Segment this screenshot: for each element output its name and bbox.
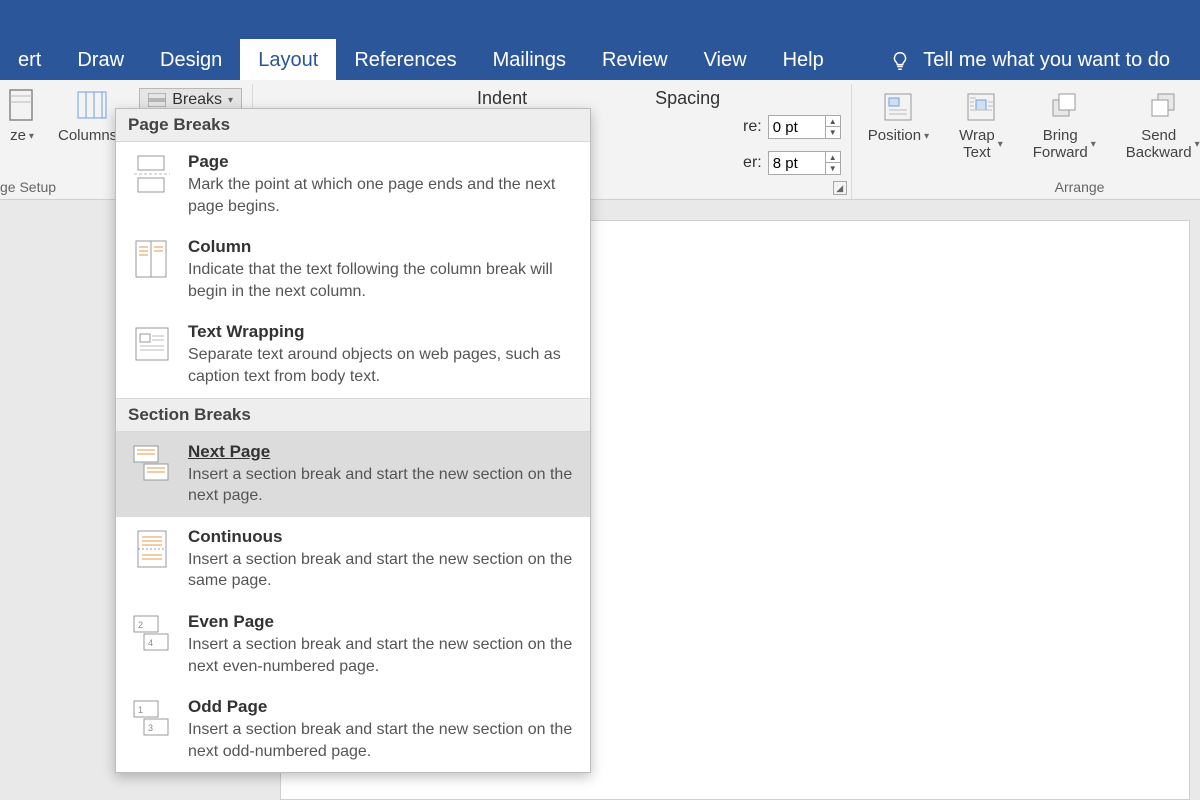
- spacing-after-input[interactable]: [769, 152, 825, 174]
- tab-view[interactable]: View: [686, 39, 765, 80]
- odd-page-section-icon: 13: [130, 697, 174, 741]
- group-label-page-setup: ge Setup: [0, 179, 56, 197]
- tab-layout[interactable]: Layout: [240, 39, 336, 80]
- chevron-down-icon: ▾: [924, 131, 929, 142]
- tab-design[interactable]: Design: [142, 39, 240, 80]
- break-option-title: Next Page: [188, 442, 574, 462]
- break-option-desc: Insert a section break and start the new…: [188, 464, 574, 507]
- tab-bar: ert Draw Design Layout References Mailin…: [0, 0, 1200, 80]
- tab-draw[interactable]: Draw: [59, 39, 142, 80]
- tab-references[interactable]: References: [336, 39, 474, 80]
- wrap-text-button[interactable]: WrapText▾: [953, 88, 1009, 163]
- svg-text:1: 1: [138, 705, 143, 715]
- spinner-down-icon[interactable]: ▼: [826, 163, 840, 174]
- break-option-desc: Indicate that the text following the col…: [188, 259, 574, 302]
- spacing-before-label: re:: [743, 118, 762, 136]
- section-break-next-page[interactable]: Next Page Insert a section break and sta…: [116, 432, 590, 517]
- break-option-desc: Insert a section break and start the new…: [188, 719, 574, 762]
- chevron-down-icon: ▾: [228, 95, 233, 106]
- spacing-before-input[interactable]: [769, 116, 825, 138]
- lightbulb-icon: [889, 50, 911, 72]
- svg-text:4: 4: [148, 638, 153, 648]
- position-icon: [881, 90, 915, 124]
- spacing-heading: Spacing: [651, 86, 720, 111]
- break-option-title: Column: [188, 237, 574, 257]
- tell-me-search[interactable]: Tell me what you want to do: [889, 49, 1170, 72]
- page-size-icon: [6, 88, 38, 124]
- spinner-down-icon[interactable]: ▼: [826, 127, 840, 138]
- tab-mailings[interactable]: Mailings: [475, 39, 584, 80]
- spinner-up-icon[interactable]: ▲: [826, 116, 840, 127]
- tell-me-placeholder: Tell me what you want to do: [923, 49, 1170, 72]
- wrap-text-icon: [964, 90, 998, 124]
- section-break-even-page[interactable]: 24 Even Page Insert a section break and …: [116, 602, 590, 687]
- break-option-column[interactable]: Column Indicate that the text following …: [116, 227, 590, 312]
- bring-forward-icon: [1047, 90, 1081, 124]
- send-backward-button[interactable]: SendBackward▾: [1120, 88, 1200, 163]
- next-page-section-icon: [130, 442, 174, 486]
- break-option-desc: Insert a section break and start the new…: [188, 549, 574, 592]
- chevron-down-icon: ▾: [1195, 139, 1200, 150]
- columns-icon: [76, 88, 108, 124]
- page-break-icon: [130, 152, 174, 196]
- dropdown-header-section-breaks: Section Breaks: [116, 398, 590, 432]
- spacing-after-label: er:: [743, 154, 762, 172]
- section-break-continuous[interactable]: Continuous Insert a section break and st…: [116, 517, 590, 602]
- chevron-down-icon: ▾: [998, 139, 1003, 150]
- group-arrange: Position▾ WrapText▾ BringForward▾ SendBa…: [852, 84, 1200, 199]
- break-option-title: Odd Page: [188, 697, 574, 717]
- break-option-title: Text Wrapping: [188, 322, 574, 342]
- breaks-dropdown: Page Breaks Page Mark the point at which…: [115, 108, 591, 773]
- continuous-section-icon: [130, 527, 174, 571]
- bring-forward-button[interactable]: BringForward▾: [1027, 88, 1102, 163]
- break-option-title: Page: [188, 152, 574, 172]
- section-break-odd-page[interactable]: 13 Odd Page Insert a section break and s…: [116, 687, 590, 772]
- spinner-up-icon[interactable]: ▲: [826, 152, 840, 163]
- chevron-down-icon: ▾: [29, 131, 34, 142]
- position-button[interactable]: Position▾: [862, 88, 935, 147]
- chevron-down-icon: ▾: [1091, 139, 1096, 150]
- break-option-desc: Insert a section break and start the new…: [188, 634, 574, 677]
- break-option-page[interactable]: Page Mark the point at which one page en…: [116, 142, 590, 227]
- svg-text:3: 3: [148, 723, 153, 733]
- break-option-desc: Mark the point at which one page ends an…: [188, 174, 574, 217]
- tab-review[interactable]: Review: [584, 39, 686, 80]
- send-backward-icon: [1146, 90, 1180, 124]
- dropdown-header-page-breaks: Page Breaks: [116, 109, 590, 142]
- group-label-arrange: Arrange: [1055, 179, 1105, 197]
- break-option-title: Even Page: [188, 612, 574, 632]
- break-option-text-wrapping[interactable]: Text Wrapping Separate text around objec…: [116, 312, 590, 397]
- spacing-after-field[interactable]: ▲▼: [768, 151, 841, 175]
- svg-text:2: 2: [138, 620, 143, 630]
- text-wrapping-break-icon: [130, 322, 174, 366]
- break-option-desc: Separate text around objects on web page…: [188, 344, 574, 387]
- tab-insert[interactable]: ert: [0, 39, 59, 80]
- breaks-icon: [148, 93, 166, 107]
- tab-help[interactable]: Help: [765, 39, 842, 80]
- spacing-before-field[interactable]: ▲▼: [768, 115, 841, 139]
- dialog-launcher-paragraph[interactable]: ◢: [833, 181, 847, 195]
- break-option-title: Continuous: [188, 527, 574, 547]
- size-button[interactable]: ze▾: [0, 86, 44, 147]
- column-break-icon: [130, 237, 174, 281]
- even-page-section-icon: 24: [130, 612, 174, 656]
